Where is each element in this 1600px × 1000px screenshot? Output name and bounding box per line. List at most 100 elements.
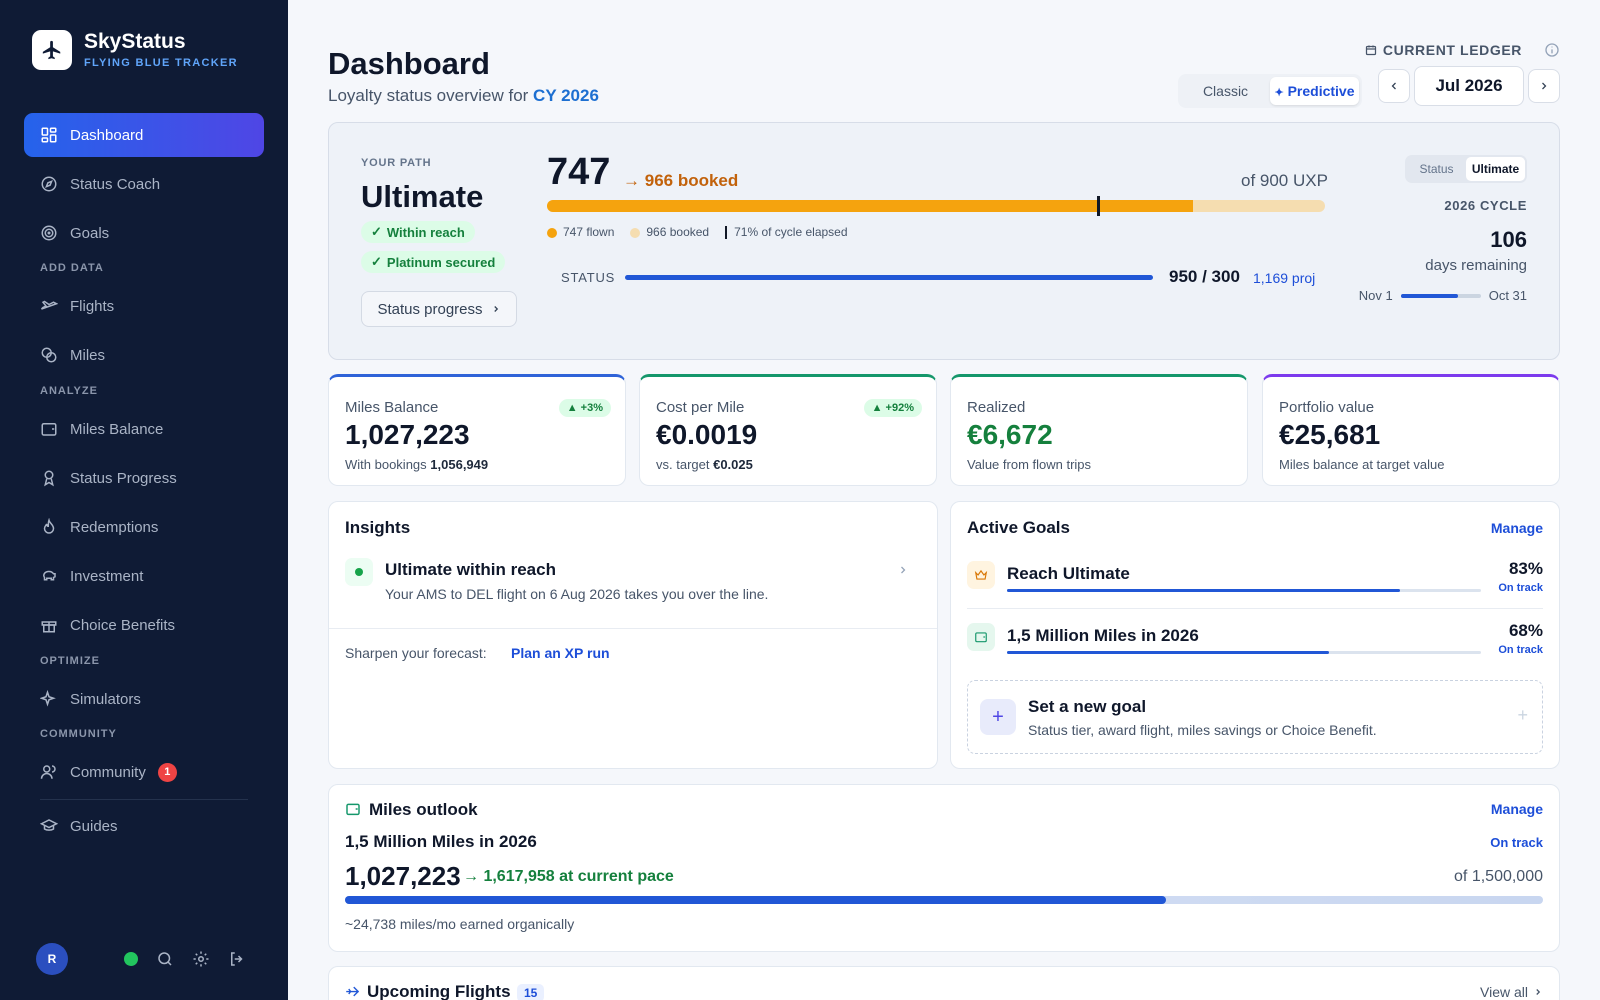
online-status-icon: [124, 952, 138, 966]
info-icon[interactable]: [1544, 42, 1560, 58]
view-all-flights-link[interactable]: View all: [1480, 984, 1543, 1000]
kpi-card-realized[interactable]: Realized €6,672 Value from flown trips: [950, 374, 1248, 486]
active-goals-card: Active Goals Manage Reach Ultimate 83% O…: [950, 501, 1560, 769]
ledger-label-text: CURRENT LEDGER: [1382, 42, 1522, 58]
goal-title[interactable]: Reach Ultimate: [1007, 564, 1130, 584]
insight-title[interactable]: Ultimate within reach: [385, 560, 556, 580]
outlook-progress-fill: [345, 896, 1166, 904]
sidebar-item-community[interactable]: Community 1: [24, 750, 264, 794]
nav-section-optimize: OPTIMIZE: [40, 655, 100, 667]
view-option-classic[interactable]: Classic: [1181, 77, 1270, 105]
status-progress-button[interactable]: Status progress: [361, 291, 517, 327]
goal-status: On track: [1498, 582, 1543, 594]
sidebar-item-choice-benefits[interactable]: Choice Benefits: [24, 603, 264, 647]
legend-flown: 747 flown: [547, 225, 614, 239]
new-goal-title: Set a new goal: [1028, 697, 1147, 716]
chevron-right-icon: [1542, 82, 1547, 90]
arrow-right-icon: →: [623, 171, 640, 190]
prev-month-button[interactable]: [1378, 69, 1410, 103]
upcoming-flights-count: 15: [517, 984, 545, 1000]
upcoming-flights-card: Upcoming Flights 15 View all: [328, 966, 1560, 1000]
coins-icon: [41, 347, 57, 363]
sidebar-item-guides[interactable]: Guides: [24, 804, 264, 848]
status-path-card: YOUR PATH Ultimate ✓ Within reach ✓ Plat…: [328, 122, 1560, 360]
sidebar-item-miles-balance[interactable]: Miles Balance: [24, 407, 264, 451]
goal-progress-fill: [1007, 651, 1330, 654]
graduation-cap-icon: [40, 819, 58, 831]
kpi-card-portfolio-value[interactable]: Portfolio value €25,681 Miles balance at…: [1262, 374, 1560, 486]
month-selector[interactable]: Jul 2026: [1414, 66, 1524, 106]
goal-status: On track: [1498, 644, 1543, 656]
kpi-label: Cost per Mile: [656, 399, 745, 416]
insight-body: Your AMS to DEL flight on 6 Aug 2026 tak…: [385, 586, 769, 602]
chevron-left-icon: [1391, 82, 1396, 90]
kpi-card-cost-per-mile[interactable]: Cost per Mile ▲ +92% €0.0019 vs. target …: [639, 374, 937, 486]
platinum-secured-pill: ✓ Platinum secured: [361, 251, 506, 273]
outlook-target: of 1,500,000: [1454, 868, 1543, 885]
wallet-icon: [967, 623, 995, 651]
cycle-progress-track: [1400, 293, 1481, 298]
sidebar-item-goals[interactable]: Goals: [24, 211, 264, 255]
page-title: Dashboard: [328, 46, 490, 81]
view-option-predictive[interactable]: ✦ Predictive: [1270, 77, 1359, 105]
set-new-goal-button[interactable]: + Set a new goal Status tier, award flig…: [967, 680, 1543, 754]
manage-outlook-link[interactable]: Manage: [1491, 801, 1543, 817]
kpi-value: €6,672: [967, 419, 1053, 450]
sidebar-divider: [40, 799, 248, 800]
kpi-change-badge: ▲ +92%: [863, 399, 922, 417]
page-subtitle: Loyalty status overview for CY 2026: [328, 86, 599, 106]
next-month-button[interactable]: [1528, 69, 1560, 103]
users-icon: [40, 765, 56, 779]
sidebar-item-status-progress[interactable]: Status Progress: [24, 456, 264, 500]
cycle-range: Nov 1 Oct 31: [1359, 288, 1527, 303]
legend-booked: 966 booked: [630, 225, 709, 239]
outlook-goal: 1,5 Million Miles in 2026: [345, 832, 537, 851]
sidebar-footer: R: [36, 943, 246, 975]
sidebar-item-investment[interactable]: Investment: [24, 554, 264, 598]
target-toggle: Status Ultimate: [1405, 155, 1527, 183]
sidebar-item-flights[interactable]: Flights: [24, 284, 264, 328]
kpi-subtext: Miles balance at target value: [1279, 457, 1445, 472]
xp-legend: 747 flown 966 booked 71% of cycle elapse…: [547, 225, 848, 240]
plus-icon: +: [980, 699, 1016, 735]
logout-icon[interactable]: [228, 950, 246, 968]
calendar-icon: [1365, 45, 1377, 56]
sidebar-item-redemptions[interactable]: Redemptions: [24, 505, 264, 549]
manage-goals-link[interactable]: Manage: [1491, 520, 1543, 536]
cycle-start: Nov 1: [1358, 288, 1393, 303]
brand[interactable]: SkyStatus FLYING BLUE TRACKER: [32, 30, 238, 70]
goal-title[interactable]: 1,5 Million Miles in 2026: [1007, 626, 1199, 646]
arrow-right-icon: →: [463, 868, 479, 885]
kpi-label: Realized: [967, 399, 1026, 416]
kpi-label: Portfolio value: [1279, 399, 1375, 416]
chevron-right-icon[interactable]: [897, 564, 909, 576]
goal-progress-track: [1007, 589, 1481, 592]
gear-icon[interactable]: [192, 950, 210, 968]
outlook-note: ~24,738 miles/mo earned organically: [345, 916, 575, 932]
active-goals-title: Active Goals: [967, 518, 1070, 537]
sidebar-item-label: Choice Benefits: [70, 616, 176, 634]
kpi-subtext: With bookings 1,056,949: [345, 457, 489, 472]
sidebar-item-dashboard[interactable]: Dashboard: [24, 113, 264, 157]
notification-badge: 1: [157, 762, 177, 782]
kpi-value: 1,027,223: [345, 419, 470, 450]
sidebar-item-miles[interactable]: Miles: [24, 333, 264, 377]
chevron-right-icon: [1536, 989, 1541, 995]
toggle-option-ultimate[interactable]: Ultimate: [1466, 157, 1525, 181]
sidebar: SkyStatus FLYING BLUE TRACKER Dashboard …: [0, 0, 288, 1000]
plan-xp-run-link[interactable]: Plan an XP run: [511, 645, 610, 661]
insights-card: Insights Ultimate within reach Your AMS …: [328, 501, 938, 769]
sidebar-item-simulators[interactable]: Simulators: [24, 677, 264, 721]
sidebar-item-status-coach[interactable]: Status Coach: [24, 162, 264, 206]
wallet-icon: [41, 423, 57, 436]
upcoming-flights-title: Upcoming Flights: [367, 982, 511, 1000]
kpi-value: €25,681: [1279, 419, 1381, 450]
brand-subtitle: FLYING BLUE TRACKER: [84, 57, 238, 69]
status-projection: 1,169 proj: [1253, 270, 1316, 286]
xp-flown-value: 747: [547, 151, 611, 193]
search-icon[interactable]: [156, 950, 174, 968]
path-name: Ultimate: [361, 179, 484, 214]
kpi-card-miles-balance[interactable]: Miles Balance ▲ +3% 1,027,223 With booki…: [328, 374, 626, 486]
toggle-option-status[interactable]: Status: [1407, 157, 1466, 181]
avatar[interactable]: R: [36, 943, 68, 975]
